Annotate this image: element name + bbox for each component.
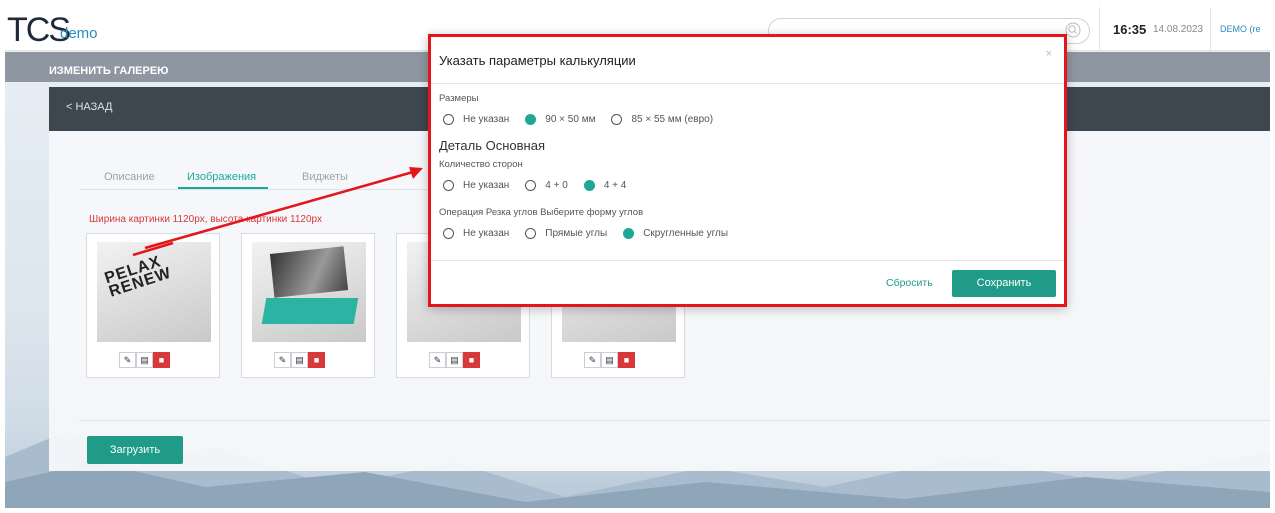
sizes-options: Не указан 90 × 50 мм 85 × 55 мм (евро) [443,112,729,126]
sides-label: Количество сторон [439,159,523,170]
corner-cut-label: Операция Резка углов Выберите форму угло… [439,207,644,218]
copy-icon[interactable]: ▤ [136,352,153,368]
user-menu[interactable]: DEMO (re [1220,24,1261,34]
clock-date: 14.08.2023 [1153,24,1204,35]
card-thumbnail[interactable] [252,242,366,342]
radio-size-90x50[interactable]: 90 × 50 мм [525,113,596,125]
edit-icon[interactable]: ✎ [584,352,601,368]
radio-corners-none[interactable]: Не указан [443,227,510,239]
radio-icon[interactable] [583,179,595,191]
modal-title: Указать параметры калькуляции [439,53,636,68]
thumbnail-photo [269,246,349,298]
save-button[interactable]: Сохранить [952,270,1056,297]
close-icon[interactable]: × [1046,48,1052,60]
card-actions: ✎ ▤ ■ [429,352,480,368]
copy-icon[interactable]: ▤ [446,352,463,368]
delete-icon[interactable]: ■ [463,352,480,368]
option-label: Не указан [463,179,510,191]
option-label: Скругленные углы [643,227,729,239]
page-title: ИЗМЕНИТЬ ГАЛЕРЕЮ [49,65,169,77]
upload-button[interactable]: Загрузить [87,436,183,464]
copy-icon[interactable]: ▤ [291,352,308,368]
option-label: 4 + 4 [603,179,627,191]
calculation-params-modal: Указать параметры калькуляции × Размеры … [428,34,1067,307]
radio-icon[interactable] [443,113,454,125]
tab-description[interactable]: Описание [104,171,155,183]
gallery-card[interactable]: ✎ ▤ ■ [241,233,375,378]
active-tab-indicator [178,187,268,189]
radio-size-85x55[interactable]: 85 × 55 мм (евро) [611,113,714,125]
option-label: Не указан [463,113,510,125]
clock-time: 16:35 [1113,22,1147,37]
tab-widgets[interactable]: Виджеты [302,171,348,183]
radio-icon[interactable] [525,179,537,191]
thumbnail-teal-card [261,298,359,324]
card-actions: ✎ ▤ ■ [274,352,325,368]
radio-size-none[interactable]: Не указан [443,113,510,125]
thumbnail-text: PELAX RENEW [102,253,174,301]
option-label: 4 + 0 [545,179,568,191]
radio-icon[interactable] [443,179,454,191]
search-icon[interactable] [1065,22,1081,38]
screenshot-frame: TCS demo 16:35 14.08.2023 DEMO (re ИЗМЕН… [0,0,1275,513]
option-label: 85 × 55 мм (евро) [631,113,714,125]
divider [431,260,1064,261]
radio-sides-none[interactable]: Не указан [443,179,510,191]
reset-button[interactable]: Сбросить [886,277,933,289]
back-link[interactable]: < НАЗАД [66,101,112,113]
corner-cut-options: Не указан Прямые углы Скругленные углы [443,226,744,240]
option-label: 90 × 50 мм [545,113,596,125]
divider [79,420,1270,421]
option-label: Не указан [463,227,510,239]
radio-corners-rounded[interactable]: Скругленные углы [623,227,729,239]
card-actions: ✎ ▤ ■ [584,352,635,368]
divider [1099,7,1100,51]
tabs-underline [79,189,459,190]
radio-corners-straight[interactable]: Прямые углы [525,227,608,239]
card-thumbnail[interactable]: PELAX RENEW [97,242,211,342]
delete-icon[interactable]: ■ [308,352,325,368]
delete-icon[interactable]: ■ [618,352,635,368]
radio-icon[interactable] [611,113,623,125]
logo-subtitle: demo [60,25,98,42]
image-size-hint: Ширина картинки 1120px, высота картинки … [89,214,323,225]
radio-icon[interactable] [525,113,537,125]
divider [431,83,1064,84]
app-screen: TCS demo 16:35 14.08.2023 DEMO (re ИЗМЕН… [5,7,1270,508]
edit-icon[interactable]: ✎ [429,352,446,368]
sizes-label: Размеры [439,93,479,104]
sides-options: Не указан 4 + 0 4 + 4 [443,178,642,192]
copy-icon[interactable]: ▤ [601,352,618,368]
radio-icon[interactable] [443,227,454,239]
tab-images[interactable]: Изображения [187,171,256,183]
card-actions: ✎ ▤ ■ [119,352,170,368]
detail-title: Деталь Основная [439,138,545,153]
delete-icon[interactable]: ■ [153,352,170,368]
radio-icon[interactable] [525,227,537,239]
radio-icon[interactable] [623,227,635,239]
radio-sides-4-4[interactable]: 4 + 4 [583,179,627,191]
radio-sides-4-0[interactable]: 4 + 0 [525,179,568,191]
gallery-card[interactable]: PELAX RENEW ✎ ▤ ■ [86,233,220,378]
edit-icon[interactable]: ✎ [274,352,291,368]
divider [1210,7,1211,51]
edit-icon[interactable]: ✎ [119,352,136,368]
option-label: Прямые углы [545,227,608,239]
